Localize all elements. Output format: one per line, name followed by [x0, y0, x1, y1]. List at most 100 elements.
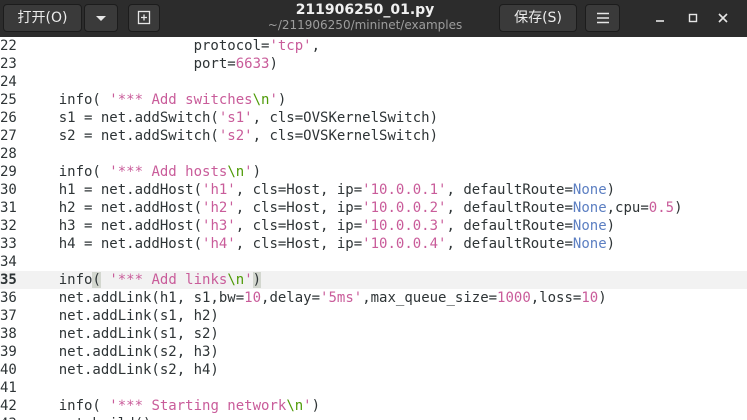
code-text[interactable]: info( '*** Add switches\n') — [25, 91, 287, 109]
line-number: 26 — [0, 110, 17, 126]
window-title: 211906250_01.py — [295, 2, 435, 18]
code-line[interactable]: 22 protocol='tcp', — [0, 37, 747, 55]
code-token: 's1' — [218, 110, 253, 126]
code-line[interactable]: 26 s1 = net.addSwitch('s1', cls=OVSKerne… — [0, 109, 747, 127]
code-text[interactable]: net.addLink(s2, h3) — [25, 343, 219, 361]
code-line[interactable]: 24 — [0, 73, 747, 91]
code-text[interactable]: h3 = net.addHost('h3', cls=Host, ip='10.… — [25, 217, 615, 235]
hamburger-menu-icon — [596, 12, 609, 24]
code-token: ) — [606, 182, 616, 198]
code-line[interactable]: 38 net.addLink(s1, s2) — [0, 325, 747, 343]
code-token: h2 = net.addHost( — [25, 200, 203, 216]
code-token: , cls=OVSKernelSwitch) — [252, 128, 439, 144]
code-text[interactable]: net.addLink(s2, h4) — [25, 361, 219, 379]
code-token: None — [572, 236, 607, 252]
code-text[interactable]: info( '*** Add links\n') — [25, 271, 262, 289]
code-text[interactable]: s2 = net.addSwitch('s2', cls=OVSKernelSw… — [25, 127, 438, 145]
code-token: ' — [244, 272, 253, 288]
code-token: 6633 — [235, 56, 270, 72]
code-text[interactable]: net.addLink(s1, s2) — [25, 325, 219, 343]
minimize-button[interactable] — [651, 9, 669, 27]
code-token: , — [311, 38, 321, 54]
code-line[interactable]: 32 h3 = net.addHost('h3', cls=Host, ip='… — [0, 217, 747, 235]
code-line[interactable]: 25 info( '*** Add switches\n') — [0, 91, 747, 109]
code-token: ' — [244, 164, 253, 180]
code-token: '10.0.0.4' — [362, 236, 447, 252]
code-line[interactable]: 31 h2 = net.addHost('h2', cls=Host, ip='… — [0, 199, 747, 217]
code-token: '*** Add links — [109, 272, 228, 288]
code-line[interactable]: 27 s2 = net.addSwitch('s2', cls=OVSKerne… — [0, 127, 747, 145]
code-line[interactable]: 40 net.addLink(s2, h4) — [0, 361, 747, 379]
code-token: s1 = net.addSwitch( — [25, 110, 219, 126]
code-token: '*** Starting network — [109, 398, 287, 414]
code-token: h1 = net.addHost( — [25, 182, 203, 198]
code-token: ) — [606, 218, 616, 234]
code-text[interactable]: net.addLink(s1, h2) — [25, 307, 219, 325]
code-token: port= — [25, 56, 236, 72]
open-menu-button[interactable] — [84, 4, 118, 32]
code-text[interactable]: h4 = net.addHost('h4', cls=Host, ip='10.… — [25, 235, 615, 253]
line-number: 34 — [0, 254, 17, 270]
code-token: net.addLink(h1, s1,bw= — [25, 290, 245, 306]
save-button[interactable]: 保存(S) — [499, 4, 577, 32]
code-token: ) — [674, 200, 683, 216]
code-token: info( — [25, 398, 110, 414]
code-token: ) — [311, 398, 321, 414]
code-token: \n — [252, 92, 270, 108]
open-button[interactable]: 打开(O) — [3, 4, 82, 32]
code-editor[interactable]: 22 protocol='tcp', 23 port=6633) 24 25 info… — [0, 37, 747, 420]
code-text[interactable]: s1 = net.addSwitch('s1', cls=OVSKernelSw… — [25, 109, 438, 127]
line-number: 32 — [0, 218, 17, 234]
code-text[interactable]: port=6633) — [25, 55, 278, 73]
code-line[interactable]: 23 port=6633) — [0, 55, 747, 73]
code-line[interactable]: 33 h4 = net.addHost('h4', cls=Host, ip='… — [0, 235, 747, 253]
code-token: net.addLink(s2, h3) — [25, 344, 219, 360]
code-token: '5ms' — [320, 290, 363, 306]
code-line[interactable]: 41 — [0, 379, 747, 397]
code-text[interactable]: net.build() — [25, 415, 152, 420]
code-token: None — [572, 182, 607, 198]
code-token: \n — [227, 164, 245, 180]
code-text[interactable]: net.addLink(h1, s1,bw=10,delay='5ms',max… — [25, 289, 607, 307]
code-line[interactable]: 36 net.addLink(h1, s1,bw=10,delay='5ms',… — [0, 289, 747, 307]
code-token: , defaultRoute= — [446, 236, 573, 252]
code-line[interactable]: 37 net.addLink(s1, h2) — [0, 307, 747, 325]
code-line[interactable]: 39 net.addLink(s2, h3) — [0, 343, 747, 361]
code-line[interactable]: 42 info( '*** Starting network\n') — [0, 397, 747, 415]
code-token: net.addLink(s1, h2) — [25, 308, 219, 324]
maximize-button[interactable] — [684, 9, 702, 27]
code-token: ,max_queue_size= — [362, 290, 498, 306]
code-token: '10.0.0.2' — [362, 200, 447, 216]
code-token: , cls=Host, ip= — [235, 200, 363, 216]
code-text[interactable]: protocol='tcp', — [25, 37, 320, 55]
line-number: 42 — [0, 398, 17, 414]
line-number: 38 — [0, 326, 17, 342]
code-token: 1000 — [497, 290, 531, 306]
code-line[interactable]: 29 info( '*** Add hosts\n') — [0, 163, 747, 181]
code-token: , cls=Host, ip= — [235, 236, 363, 252]
code-line[interactable]: 30 h1 = net.addHost('h1', cls=Host, ip='… — [0, 181, 747, 199]
code-line[interactable]: 34 — [0, 253, 747, 271]
code-token: ) — [606, 236, 616, 252]
code-token: 'h4' — [202, 236, 236, 252]
code-token: ' — [269, 92, 278, 108]
new-tab-button[interactable] — [128, 4, 160, 32]
main-menu-button[interactable] — [585, 4, 620, 32]
close-button[interactable] — [714, 9, 732, 27]
code-text[interactable]: h1 = net.addHost('h1', cls=Host, ip='10.… — [25, 181, 615, 199]
code-text[interactable]: info( '*** Add hosts\n') — [25, 163, 261, 181]
code-text[interactable]: info( '*** Starting network\n') — [25, 397, 320, 415]
code-line[interactable]: 28 — [0, 145, 747, 163]
code-line[interactable]: 35 info( '*** Add links\n') — [0, 271, 747, 289]
code-token: , defaultRoute= — [446, 200, 573, 216]
code-token: ,cpu= — [606, 200, 649, 216]
code-text[interactable]: h2 = net.addHost('h2', cls=Host, ip='10.… — [25, 199, 683, 217]
code-token: s2 = net.addSwitch( — [25, 128, 219, 144]
code-token: , cls=Host, ip= — [235, 218, 363, 234]
code-token: '10.0.0.1' — [362, 182, 447, 198]
code-token: info — [25, 272, 93, 288]
code-line[interactable]: 43 net.build() — [0, 415, 747, 420]
line-number: 25 — [0, 92, 17, 108]
code-token: \n — [286, 398, 304, 414]
code-token: '*** Add hosts — [109, 164, 228, 180]
